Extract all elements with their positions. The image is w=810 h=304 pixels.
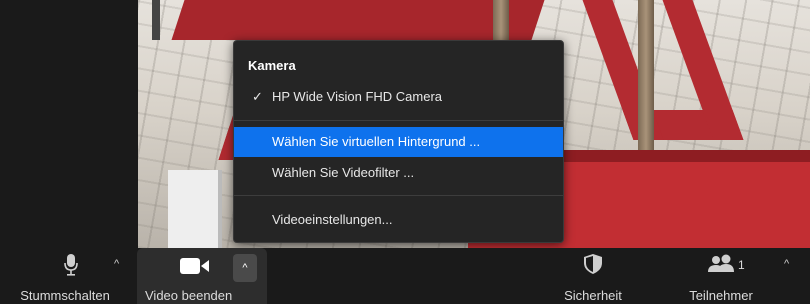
video-post — [152, 0, 160, 40]
menu-separator — [234, 120, 563, 121]
checkmark-icon: ✓ — [252, 89, 263, 104]
shield-icon — [584, 254, 602, 274]
menu-item-camera-hp[interactable]: ✓ HP Wide Vision FHD Camera — [234, 82, 563, 112]
mute-label: Stummschalten — [20, 288, 110, 303]
security-label: Sicherheit — [564, 288, 622, 303]
video-red-sculpture-top — [171, 0, 545, 40]
stop-video-label: Video beenden — [145, 288, 233, 303]
participants-options-caret-icon[interactable]: ^ — [784, 258, 789, 270]
camera-menu: Kamera ✓ HP Wide Vision FHD Camera Wähle… — [233, 40, 564, 243]
menu-header-camera: Kamera — [248, 58, 296, 73]
video-tree-trunk — [638, 0, 654, 175]
mute-options-caret-icon[interactable]: ^ — [114, 258, 119, 270]
video-options-caret-button[interactable]: ^ — [233, 254, 257, 282]
participants-icon — [708, 254, 734, 272]
participants-button[interactable]: Teilnehmer — [676, 248, 766, 304]
participants-count: 1 — [738, 258, 745, 272]
menu-item-label: Videoeinstellungen... — [272, 212, 393, 227]
menu-item-video-filter[interactable]: Wählen Sie Videofilter ... — [234, 158, 563, 188]
menu-item-label: Wählen Sie virtuellen Hintergrund ... — [272, 134, 481, 149]
microphone-icon — [64, 254, 78, 276]
menu-item-virtual-background[interactable]: Wählen Sie virtuellen Hintergrund ... — [234, 127, 563, 157]
stop-video-button[interactable]: Video beenden — [137, 248, 233, 304]
menu-item-label: HP Wide Vision FHD Camera — [272, 89, 443, 104]
video-white-box — [168, 170, 222, 248]
menu-item-video-settings[interactable]: Videoeinstellungen... — [234, 205, 563, 235]
mute-button[interactable]: Stummschalten — [0, 248, 130, 304]
menu-separator — [234, 195, 563, 196]
participants-label: Teilnehmer — [689, 288, 753, 303]
security-button[interactable]: Sicherheit — [548, 248, 638, 304]
menu-item-label: Wählen Sie Videofilter ... — [272, 165, 415, 180]
video-camera-icon — [180, 258, 209, 274]
